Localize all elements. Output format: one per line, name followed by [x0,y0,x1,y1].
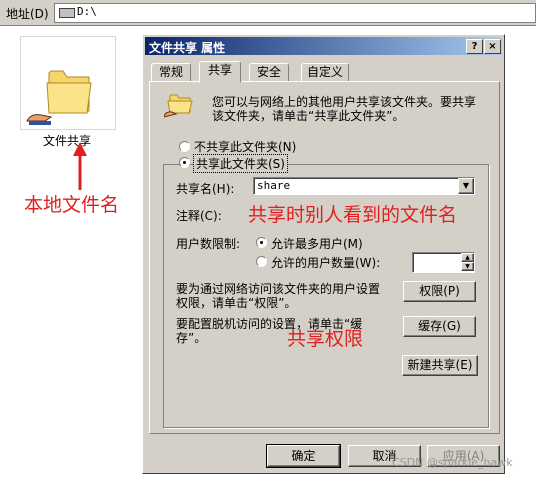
address-bar: 地址(D) D:\ [0,0,536,26]
drive-icon [59,8,75,18]
folder-label: 文件共享 [43,134,92,148]
user-count-spinner[interactable]: ▲ ▼ [412,252,475,273]
radio-allowed-users-label: 允许的用户数量(W): [271,256,381,270]
radio-max-users-label: 允许最多用户(M) [271,237,363,251]
spin-down-icon[interactable]: ▼ [461,262,474,271]
sharing-panel: 您可以与网络上的其他用户共享该文件夹。要共享 该文件夹，请单击“共享此文件夹”。… [149,81,500,434]
perm-text-2: 权限，请单击“权限”。 [176,296,297,310]
user-limit-label: 用户数限制: [176,237,241,251]
chevron-down-icon[interactable]: ▼ [458,178,474,194]
tab-sharing[interactable]: 共享 [199,61,241,83]
share-name-label: 共享名(H): [176,182,235,196]
radio-max-users[interactable] [256,237,267,248]
address-field[interactable]: D:\ [54,3,536,23]
dialog-title: 文件共享 属性 [149,41,226,55]
shared-folder-item[interactable] [20,36,116,130]
explorer-pane-right [505,26,536,477]
share-name-value: share [257,179,291,192]
ok-button[interactable]: 确定 [266,444,341,468]
help-button[interactable]: ? [466,39,483,54]
dialog-titlebar[interactable]: 文件共享 属性 ? × [145,37,502,55]
cache-text-2: 存”。 [176,331,207,345]
address-label: 地址(D) [6,7,49,21]
radio-allowed-users[interactable] [256,256,267,267]
address-path: D:\ [77,5,97,18]
permissions-button[interactable]: 权限(P) [403,281,476,302]
intro-text-2: 该文件夹，请单击“共享此文件夹”。 [212,109,405,123]
radio-not-share[interactable] [179,141,190,152]
tab-customize[interactable]: 自定义 [301,63,349,82]
tab-security[interactable]: 安全 [249,63,289,82]
radio-not-share-label: 不共享此文件夹(N) [194,140,297,154]
annotation-local-name: 本地文件名 [24,194,120,216]
shared-folder-small-icon [164,94,193,118]
radio-share[interactable] [179,157,190,168]
cache-button[interactable]: 缓存(G) [403,316,476,337]
comment-label: 注释(C): [176,209,222,223]
tab-general[interactable]: 常规 [151,63,191,82]
new-share-button[interactable]: 新建共享(E) [402,355,478,376]
radio-share-label: 共享此文件夹(S) [193,154,288,173]
properties-dialog: 文件共享 属性 ? × 常规 共享 安全 自定义 您可以与网络上的其他用户共享该… [142,34,505,474]
shared-folder-icon [26,70,92,125]
close-button[interactable]: × [484,39,501,54]
share-name-combo[interactable]: share ▼ [253,177,475,195]
spin-up-icon[interactable]: ▲ [461,253,474,262]
watermark: CSDN @sparkle_hawk [392,456,513,469]
